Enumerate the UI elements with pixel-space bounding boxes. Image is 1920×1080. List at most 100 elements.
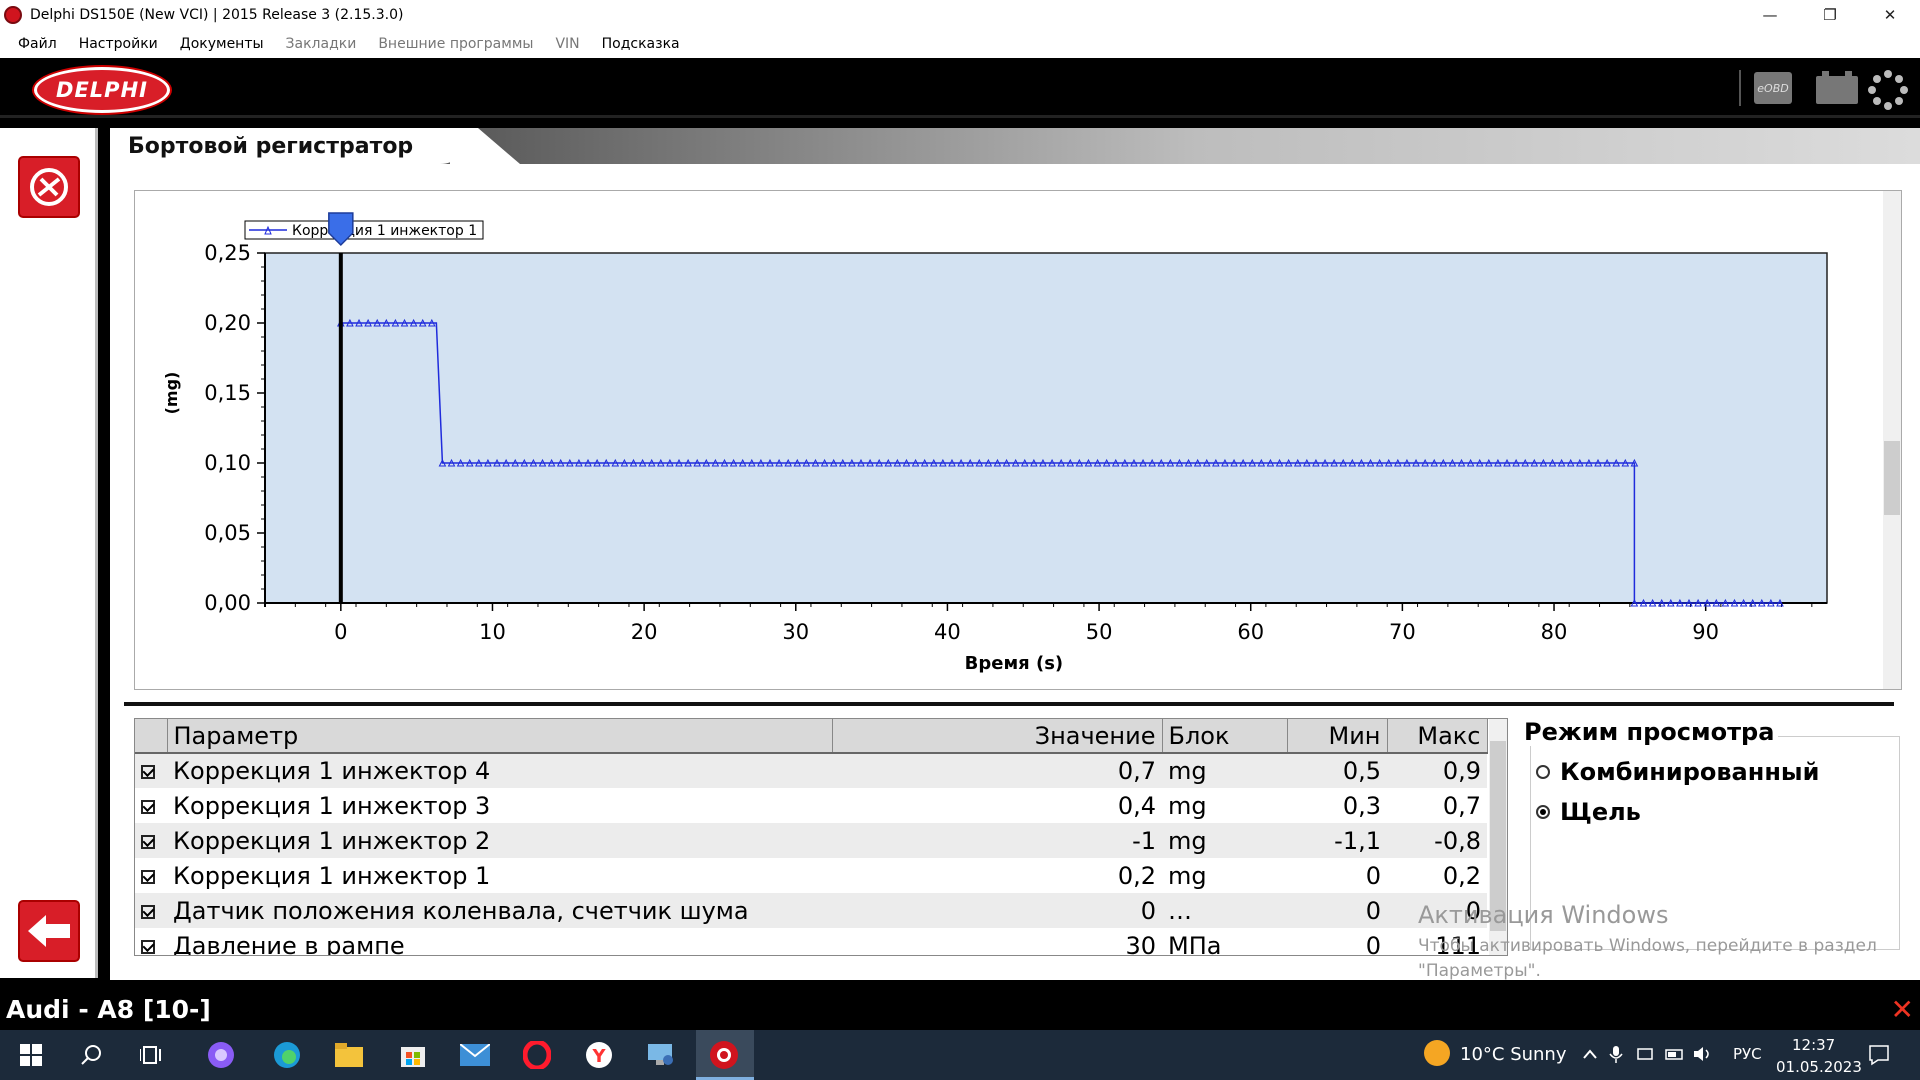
menu-file[interactable]: Файл	[7, 36, 68, 52]
delphi-logo: DELPHI	[34, 67, 170, 113]
radio-slot[interactable]: Щель	[1536, 798, 1641, 826]
weather-sun-icon[interactable]	[1424, 1040, 1450, 1066]
radio-slot-label: Щель	[1560, 798, 1641, 826]
minimize-button[interactable]: —	[1740, 0, 1800, 29]
battery-icon[interactable]	[1816, 71, 1858, 104]
header-unit[interactable]: Блок	[1162, 719, 1288, 754]
menu-vin[interactable]: VIN	[544, 36, 590, 52]
line-chart: 0,00 0,05 0,10 0,15 0,20 0,25 0 10 20 30 40 50 60 70 8…	[162, 212, 1828, 674]
table-row[interactable]: Коррекция 1 инжектор 4 0,7 mg 0,5 0,9	[135, 753, 1487, 788]
view-mode-title: Режим просмотра	[1524, 718, 1779, 746]
system-tray-icons[interactable]	[1580, 1044, 1720, 1068]
file-explorer-icon[interactable]	[334, 1040, 364, 1070]
param-value: 30	[832, 928, 1162, 955]
vehicle-bar: Audi - A8 [10-] ✕	[0, 990, 1920, 1030]
menu-bookmarks[interactable]: Закладки	[275, 36, 368, 52]
radio-combined[interactable]: Комбинированный	[1536, 758, 1819, 786]
x-tick-label: 0	[334, 620, 347, 644]
checkbox-checked-icon[interactable]	[141, 834, 155, 849]
param-name: Датчик положения коленвала, счетчик шума	[167, 893, 832, 928]
y-axis-label: (mg)	[162, 372, 181, 415]
table-row[interactable]: Датчик положения коленвала, счетчик шума…	[135, 893, 1487, 928]
clock-time[interactable]: 12:37	[1792, 1036, 1835, 1054]
header-max[interactable]: Макс	[1387, 719, 1488, 754]
close-vehicle-icon[interactable]: ✕	[1891, 993, 1914, 1026]
section-divider	[124, 702, 1894, 706]
x-tick-label: 60	[1237, 620, 1264, 644]
checkbox-checked-icon[interactable]	[141, 869, 155, 884]
header-min[interactable]: Мин	[1287, 719, 1388, 754]
param-max: 0,2	[1387, 858, 1487, 893]
table-row[interactable]: Коррекция 1 инжектор 2 -1 mg -1,1 -0,8	[135, 823, 1487, 858]
menu-settings[interactable]: Настройки	[68, 36, 169, 52]
header-value[interactable]: Значение	[832, 719, 1163, 754]
row-checkbox[interactable]	[135, 788, 167, 823]
taskbar-active-delphi[interactable]	[696, 1030, 754, 1080]
x-tick-label: 20	[631, 620, 658, 644]
param-min: -1,1	[1287, 823, 1387, 858]
table-row[interactable]: Коррекция 1 инжектор 3 0,4 mg 0,3 0,7	[135, 788, 1487, 823]
param-max: 0,9	[1387, 753, 1487, 788]
windows-start-icon[interactable]	[16, 1040, 46, 1070]
row-checkbox[interactable]	[135, 893, 167, 928]
y-tick-label: 0,05	[204, 521, 251, 545]
param-name: Коррекция 1 инжектор 4	[167, 753, 832, 788]
radio-on-icon[interactable]	[1536, 805, 1550, 819]
x-tick-label: 80	[1541, 620, 1568, 644]
table-row[interactable]: Давление в рампе 30 МПа 0 111	[135, 928, 1487, 955]
opera-icon[interactable]	[522, 1040, 552, 1070]
param-value: 0	[832, 893, 1162, 928]
clock-date[interactable]: 01.05.2023	[1776, 1058, 1862, 1076]
svg-text:Y: Y	[591, 1046, 606, 1067]
table-row[interactable]: Коррекция 1 инжектор 1 0,2 mg 0 0,2	[135, 858, 1487, 893]
eobd-button[interactable]: eOBD	[1754, 72, 1792, 104]
remote-desktop-icon[interactable]	[646, 1040, 676, 1070]
param-max: -0,8	[1387, 823, 1487, 858]
page-title: Бортовой регистратор	[110, 128, 470, 164]
store-icon[interactable]	[398, 1040, 428, 1070]
row-checkbox[interactable]	[135, 753, 167, 788]
settings-gear-icon[interactable]	[1868, 70, 1908, 110]
notifications-icon[interactable]	[1864, 1040, 1894, 1070]
header-parameter[interactable]: Параметр	[167, 719, 833, 754]
search-icon[interactable]	[76, 1040, 106, 1070]
time-cursor-handle-icon	[328, 212, 354, 247]
param-min: 0	[1287, 858, 1387, 893]
param-min: 0	[1287, 893, 1387, 928]
checkbox-checked-icon[interactable]	[141, 939, 155, 954]
close-button[interactable]: ✕	[1860, 0, 1920, 29]
radio-combined-label: Комбинированный	[1560, 758, 1820, 786]
menu-external-programs[interactable]: Внешние программы	[367, 36, 544, 52]
param-unit: mg	[1162, 753, 1287, 788]
menu-help[interactable]: Подсказка	[591, 36, 691, 52]
weather-text[interactable]: 10°C Sunny	[1460, 1044, 1567, 1065]
mail-icon[interactable]	[460, 1040, 490, 1070]
maximize-button[interactable]: ❐	[1800, 0, 1860, 29]
param-name: Коррекция 1 инжектор 3	[167, 788, 832, 823]
chart-scrollbar[interactable]	[1883, 191, 1901, 689]
edge-icon[interactable]	[272, 1040, 302, 1070]
row-checkbox[interactable]	[135, 858, 167, 893]
task-view-icon[interactable]	[136, 1040, 166, 1070]
radio-off-icon[interactable]	[1536, 765, 1550, 779]
menu-documents[interactable]: Документы	[169, 36, 275, 52]
parameters-table-panel: Параметр Значение Блок Мин Макс Коррекци…	[134, 718, 1508, 956]
checkbox-checked-icon[interactable]	[141, 904, 155, 919]
activation-watermark-text: Чтобы активировать Windows, перейдите в …	[1418, 936, 1877, 956]
x-tick-label: 10	[479, 620, 506, 644]
row-checkbox[interactable]	[135, 928, 167, 955]
chart-scroll-thumb[interactable]	[1884, 441, 1900, 515]
back-button[interactable]	[18, 900, 80, 962]
yandex-browser-icon[interactable]: Y	[584, 1040, 614, 1070]
language-indicator[interactable]: РУС	[1733, 1045, 1762, 1063]
param-min: 0	[1287, 928, 1387, 955]
param-unit: МПа	[1162, 928, 1287, 955]
cortana-icon[interactable]	[206, 1040, 236, 1070]
y-tick-label: 0,10	[204, 451, 251, 475]
row-checkbox[interactable]	[135, 823, 167, 858]
checkbox-checked-icon[interactable]	[141, 799, 155, 814]
recorder-tool-button[interactable]	[18, 156, 80, 218]
param-name: Коррекция 1 инжектор 1	[167, 858, 832, 893]
y-tick-label: 0,20	[204, 311, 251, 335]
checkbox-checked-icon[interactable]	[141, 765, 155, 779]
